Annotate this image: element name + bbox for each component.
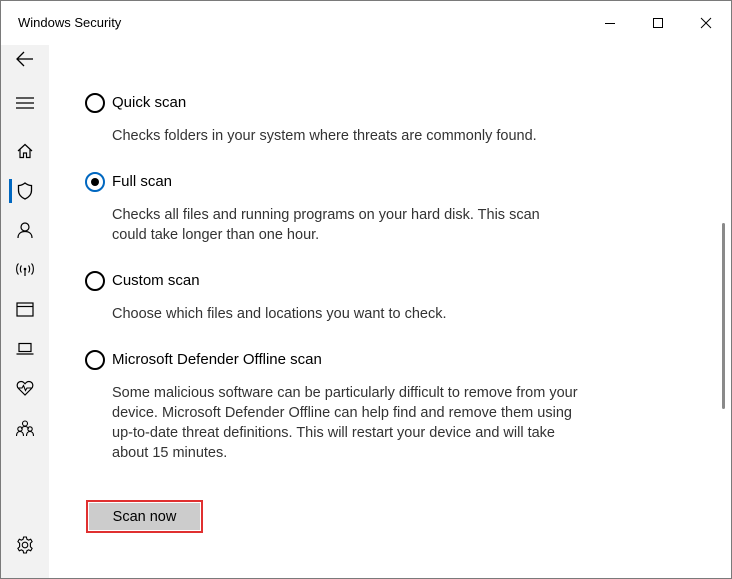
- nav-firewall-network[interactable]: [1, 252, 49, 288]
- nav-device-security[interactable]: [1, 331, 49, 367]
- offline-scan-label[interactable]: Microsoft Defender Offline scan: [112, 350, 322, 370]
- title-bar: Windows Security: [1, 1, 731, 45]
- menu-button[interactable]: [1, 85, 49, 121]
- maximize-button[interactable]: [634, 1, 682, 45]
- minimize-icon: [605, 23, 615, 24]
- full-scan-label[interactable]: Full scan: [112, 172, 172, 192]
- scan-now-highlight: Scan now: [86, 500, 203, 533]
- person-icon: [17, 221, 33, 238]
- nav-home[interactable]: [1, 133, 49, 169]
- nav-device-performance[interactable]: [1, 370, 49, 406]
- heart-pulse-icon: [16, 380, 34, 396]
- gear-icon: [17, 536, 33, 554]
- minimize-button[interactable]: [586, 1, 634, 45]
- nav-family-options[interactable]: [1, 410, 49, 446]
- offline-scan-description: Some malicious software can be particula…: [112, 385, 578, 461]
- window-title: Windows Security: [18, 15, 122, 30]
- home-icon: [17, 143, 33, 159]
- browser-window-icon: [16, 301, 34, 317]
- back-arrow-icon: [16, 51, 33, 67]
- nav-virus-protection[interactable]: [1, 173, 49, 209]
- quick-scan-label[interactable]: Quick scan: [112, 93, 186, 113]
- windows-security-window: Windows Security Quick scan Checks folde…: [0, 0, 732, 579]
- custom-scan-description: Choose which files and locations you wan…: [112, 306, 447, 322]
- shield-icon: [17, 182, 33, 200]
- back-button[interactable]: [1, 41, 49, 77]
- family-icon: [16, 419, 34, 436]
- hamburger-menu-icon: [16, 97, 34, 109]
- close-icon: [700, 17, 712, 29]
- maximize-icon: [653, 18, 663, 28]
- nav-settings[interactable]: [1, 527, 49, 563]
- custom-scan-radio[interactable]: [85, 271, 105, 291]
- wifi-antenna-icon: [16, 263, 34, 276]
- laptop-icon: [16, 342, 34, 355]
- full-scan-description: Checks all files and running programs on…: [112, 207, 540, 243]
- offline-scan-radio[interactable]: [85, 350, 105, 370]
- full-scan-radio[interactable]: [85, 172, 105, 192]
- quick-scan-description: Checks folders in your system where thre…: [112, 128, 537, 144]
- vertical-scrollbar[interactable]: [722, 223, 725, 409]
- quick-scan-radio[interactable]: [85, 93, 105, 113]
- nav-app-browser-control[interactable]: [1, 291, 49, 327]
- scan-now-button[interactable]: Scan now: [89, 503, 200, 530]
- nav-account-protection[interactable]: [1, 212, 49, 248]
- custom-scan-label[interactable]: Custom scan: [112, 271, 200, 291]
- close-button[interactable]: [682, 1, 730, 45]
